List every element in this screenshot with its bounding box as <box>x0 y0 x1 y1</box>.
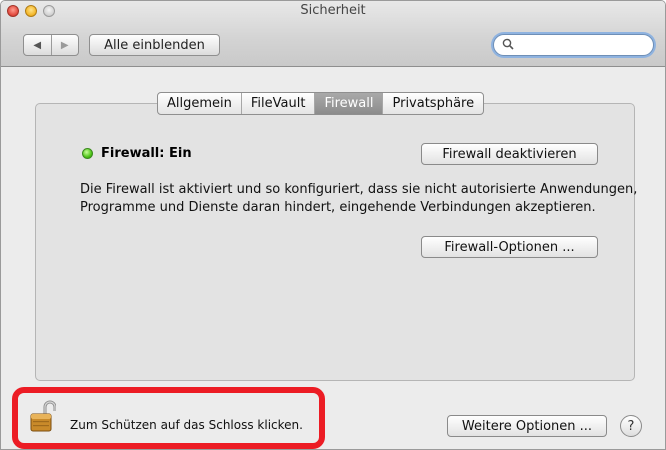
firewall-status-label: Firewall: Ein <box>101 146 192 161</box>
unlocked-padlock-icon[interactable] <box>30 399 57 433</box>
search-field[interactable] <box>493 34 654 56</box>
help-button[interactable]: ? <box>620 415 642 437</box>
show-all-button[interactable]: Alle einblenden <box>89 34 220 56</box>
tab-firewall[interactable]: Firewall <box>314 93 383 114</box>
firewall-description: Die Firewall ist aktiviert und so konfig… <box>80 182 638 215</box>
back-forward-control: ◀ ▶ <box>23 34 79 56</box>
search-input[interactable] <box>518 38 638 52</box>
preferences-window: Sicherheit ◀ ▶ Alle einblenden Allgemein… <box>0 0 666 450</box>
status-indicator-icon <box>82 148 93 159</box>
forward-arrow-icon[interactable]: ▶ <box>50 35 79 55</box>
firewall-status: Firewall: Ein <box>82 146 192 161</box>
search-icon <box>502 38 514 53</box>
tab-general[interactable]: Allgemein <box>158 93 241 114</box>
deactivate-firewall-button[interactable]: Firewall deaktivieren <box>421 143 598 165</box>
title-bar: Sicherheit ◀ ▶ Alle einblenden <box>1 1 665 67</box>
firewall-options-button[interactable]: Firewall-Optionen ... <box>421 236 598 258</box>
window-title: Sicherheit <box>300 3 366 18</box>
back-arrow-icon[interactable]: ◀ <box>24 35 51 55</box>
tab-privacy[interactable]: Privatsphäre <box>382 93 483 114</box>
tab-bar: Allgemein FileVault Firewall Privatsphär… <box>157 92 485 115</box>
tab-filevault[interactable]: FileVault <box>240 93 315 114</box>
more-options-button[interactable]: Weitere Optionen ... <box>447 415 607 437</box>
lock-hint-text: Zum Schützen auf das Schloss klicken. <box>70 418 303 432</box>
